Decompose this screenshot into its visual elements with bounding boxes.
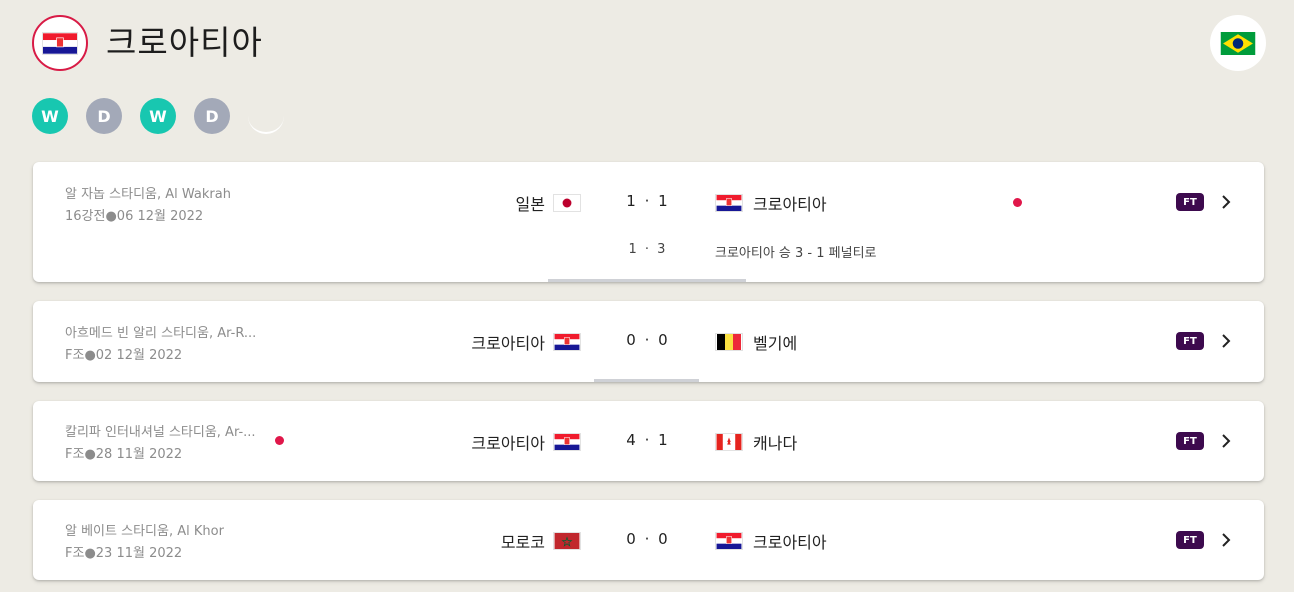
home-team: 크로아티아	[471, 430, 581, 454]
form-result-placeholder	[248, 98, 284, 134]
match-score: 4 · 1	[626, 431, 670, 449]
away-team-name: 크로아티아	[753, 195, 827, 214]
match-card[interactable]: 알 자놉 스타디움, Al Wakrah 16강전●06 12월 2022 일본…	[33, 162, 1264, 282]
status-badge: FT	[1176, 531, 1204, 549]
match-card[interactable]: 알 베이트 스타디움, Al Khor F조●23 11월 2022 모로코 0…	[33, 500, 1264, 580]
morocco-flag-icon	[553, 532, 581, 550]
status-badge: FT	[1176, 332, 1204, 350]
home-team: 크로아티아	[471, 330, 581, 354]
croatia-flag-icon	[715, 532, 743, 550]
croatia-flag-icon	[553, 333, 581, 351]
active-underline	[594, 379, 699, 382]
match-info: F조●23 11월 2022	[65, 546, 183, 561]
chevron-right-icon[interactable]	[1219, 334, 1233, 348]
match-info: F조●02 12월 2022	[65, 348, 183, 363]
brazil-flag-icon	[1220, 31, 1256, 55]
home-team: 모로코	[501, 529, 581, 553]
match-venue: 알 자놉 스타디움, Al Wakrah	[65, 187, 231, 202]
match-info: 16강전●06 12월 2022	[65, 209, 204, 224]
home-team-name: 모로코	[500, 533, 545, 552]
form-guide: W D W D	[32, 98, 284, 134]
form-result-draw[interactable]: D	[86, 98, 122, 134]
opponent-logo[interactable]	[1210, 15, 1266, 71]
penalty-score: 1 · 3	[628, 242, 668, 257]
form-result-win[interactable]: W	[140, 98, 176, 134]
canada-flag-icon	[715, 433, 743, 451]
home-team-name: 크로아티아	[471, 334, 545, 353]
chevron-right-icon[interactable]	[1219, 195, 1233, 209]
home-team: 일본	[516, 191, 581, 215]
away-team-name: 캐나다	[753, 434, 798, 453]
croatia-flag-icon	[553, 433, 581, 451]
match-score: 1 · 1	[626, 192, 670, 210]
away-team-name: 벨기에	[753, 334, 798, 353]
team-header: 크로아티아	[32, 15, 1266, 73]
match-card[interactable]: 아흐메드 빈 알리 스타디움, Ar-R... F조●02 12월 2022 크…	[33, 301, 1264, 382]
live-indicator	[1013, 198, 1022, 207]
chevron-right-icon[interactable]	[1219, 533, 1233, 547]
away-team: 크로아티아	[715, 529, 827, 553]
team-logo[interactable]	[32, 15, 88, 71]
page-title: 크로아티아	[106, 23, 263, 62]
form-result-draw[interactable]: D	[194, 98, 230, 134]
chevron-right-icon[interactable]	[1219, 434, 1233, 448]
match-info: F조●28 11월 2022	[65, 447, 183, 462]
match-score: 0 · 0	[626, 530, 670, 548]
penalty-note: 크로아티아 승 3 - 1 페널티로	[715, 246, 877, 261]
status-badge: FT	[1176, 432, 1204, 450]
form-result-win[interactable]: W	[32, 98, 68, 134]
croatia-flag-icon	[42, 31, 78, 55]
active-underline	[548, 279, 746, 282]
match-venue: 아흐메드 빈 알리 스타디움, Ar-R...	[65, 326, 257, 341]
match-venue: 칼리파 인터내셔널 스타디움, Ar-...	[65, 425, 256, 440]
status-badge: FT	[1176, 193, 1204, 211]
home-team-name: 일본	[515, 195, 545, 214]
match-card[interactable]: 칼리파 인터내셔널 스타디움, Ar-... F조●28 11월 2022 크로…	[33, 401, 1264, 481]
japan-flag-icon	[553, 194, 581, 212]
croatia-flag-icon	[715, 194, 743, 212]
away-team-name: 크로아티아	[753, 533, 827, 552]
match-score: 0 · 0	[626, 331, 670, 349]
belgium-flag-icon	[715, 333, 743, 351]
away-team: 벨기에	[715, 330, 797, 354]
home-team-name: 크로아티아	[471, 434, 545, 453]
away-team: 캐나다	[715, 430, 797, 454]
away-team: 크로아티아	[715, 191, 827, 215]
live-indicator	[275, 436, 284, 445]
match-venue: 알 베이트 스타디움, Al Khor	[65, 524, 224, 539]
